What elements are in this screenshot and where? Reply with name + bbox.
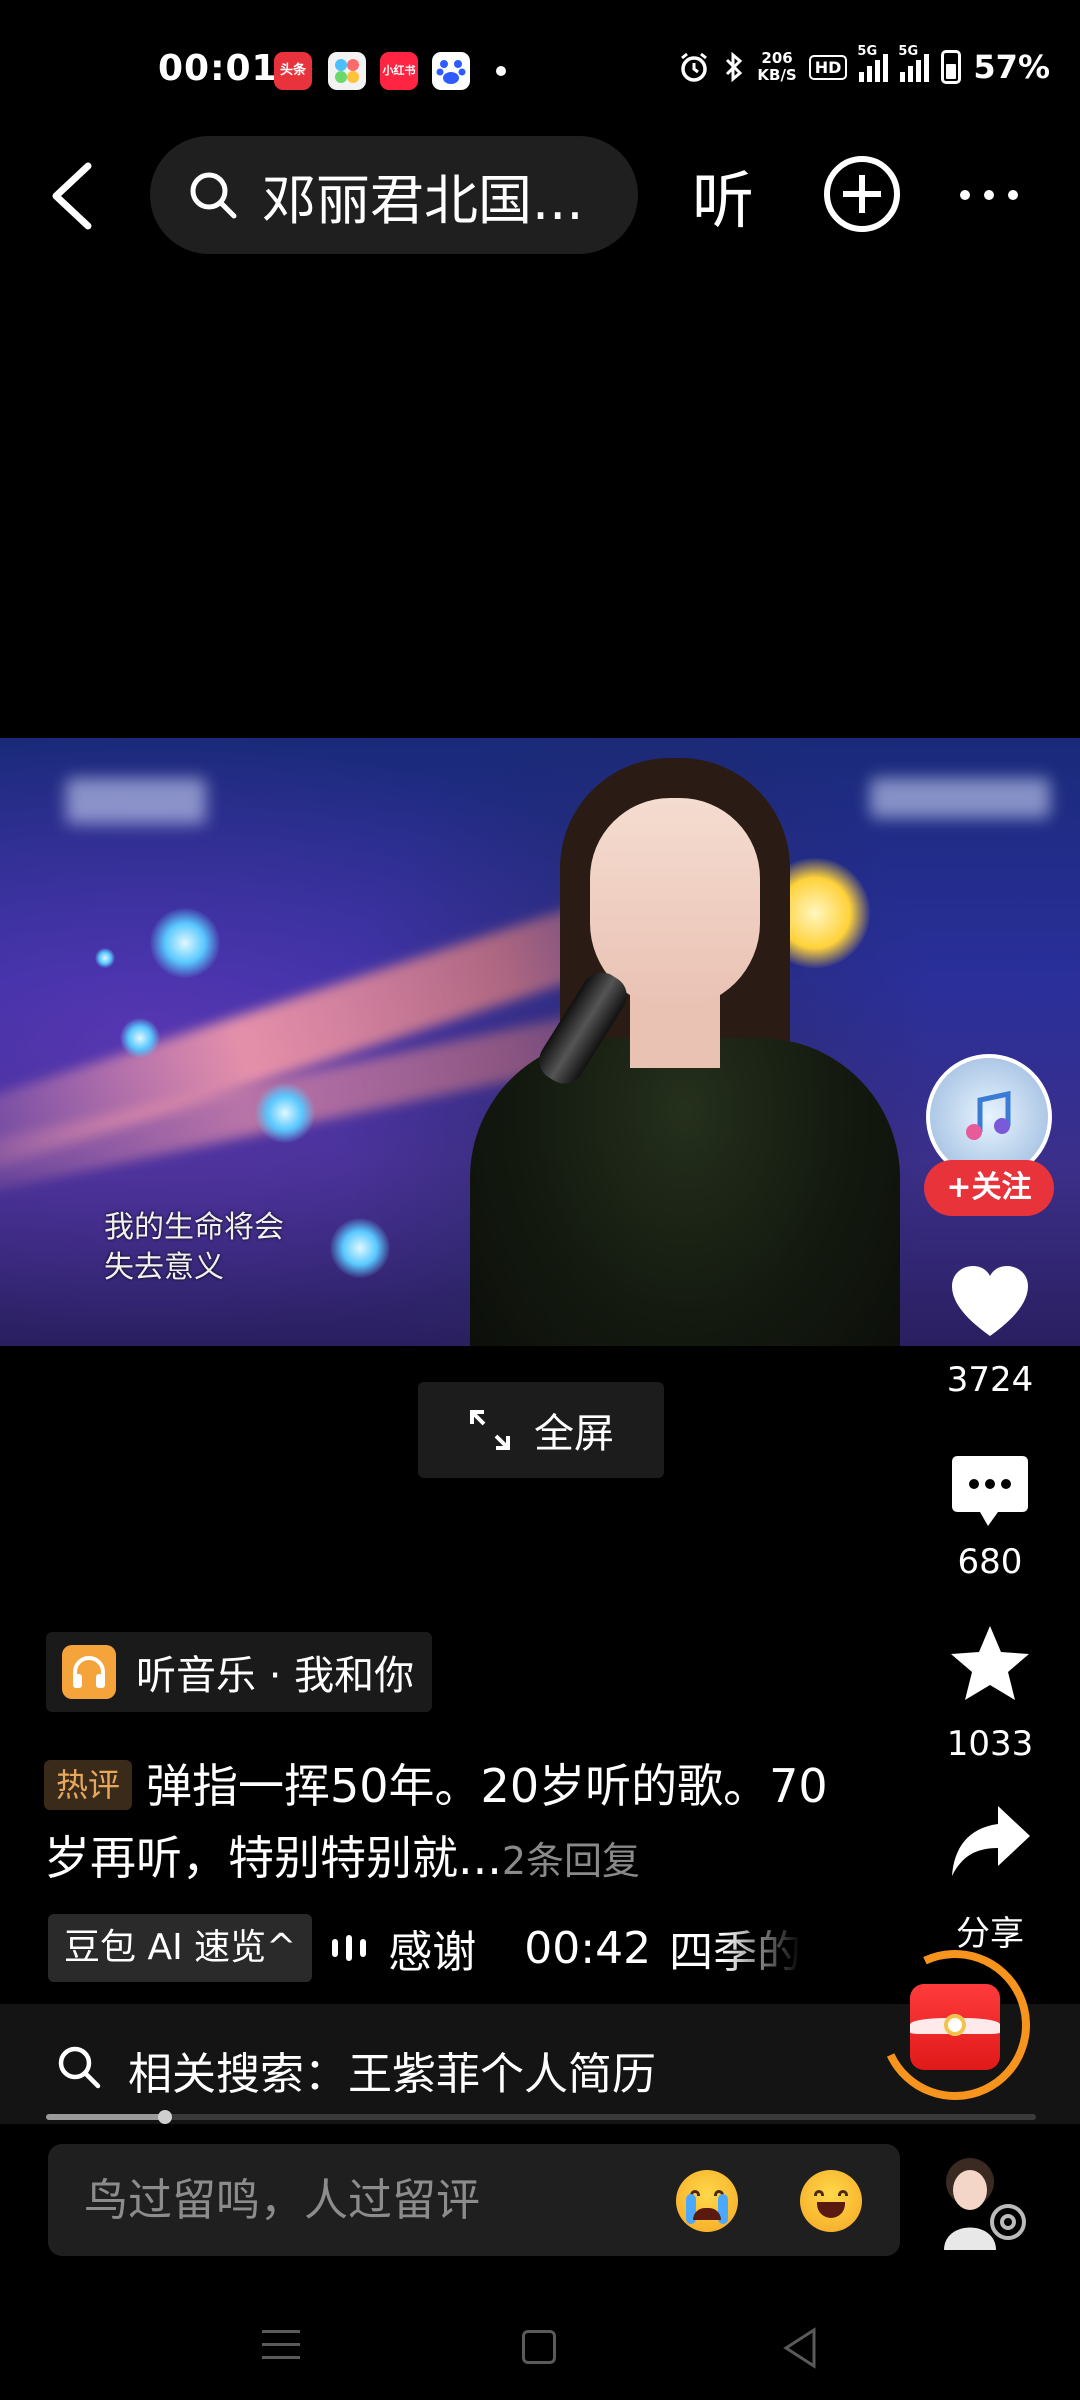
ai-summary-text-2: 四季的 bbox=[669, 1927, 802, 1978]
hot-comment[interactable]: 热评 弹指一挥50年。20岁听的歌。70岁再听，特别特别就...2条回复 bbox=[44, 1750, 844, 1897]
system-navigation-bar bbox=[0, 2290, 1080, 2400]
search-icon bbox=[58, 2046, 101, 2089]
xiaohongshu-icon: 小红书 bbox=[380, 52, 418, 90]
status-bar: 00:01 头条 小红书 206 KB/S HD 5G 5G 57% bbox=[0, 0, 1080, 140]
notification-dot bbox=[496, 66, 506, 76]
like-icon[interactable] bbox=[948, 1262, 1032, 1346]
favorite-count: 1033 bbox=[946, 1724, 1034, 1764]
photos-icon bbox=[328, 52, 366, 90]
more-options-button[interactable] bbox=[960, 190, 1018, 200]
red-envelope-icon[interactable] bbox=[910, 1984, 1000, 2070]
video-progress-bar[interactable] bbox=[46, 2110, 1036, 2124]
signal-icon: 5G bbox=[857, 44, 889, 82]
ai-summary-timestamp[interactable]: 00:42 bbox=[524, 1923, 651, 1974]
ai-summary-button[interactable]: 豆包 AI 速览^ bbox=[48, 1914, 313, 1982]
singer-face bbox=[590, 798, 760, 1008]
ai-summary-row[interactable]: 豆包 AI 速览^ 感谢 00:42 四季的 bbox=[48, 1914, 838, 1982]
baidu-icon bbox=[432, 52, 470, 90]
follow-button[interactable]: +关注 bbox=[924, 1160, 1054, 1216]
signal-icon-2: 5G bbox=[898, 44, 930, 82]
singer-dress bbox=[470, 1038, 900, 1346]
stage-light bbox=[150, 908, 220, 978]
home-button[interactable] bbox=[522, 2330, 556, 2364]
share-icon[interactable] bbox=[948, 1800, 1032, 1884]
battery-percent: 57% bbox=[973, 48, 1050, 86]
status-time: 00:01 bbox=[158, 48, 278, 89]
user-avatar-mention[interactable] bbox=[930, 2150, 1030, 2250]
hot-comment-tag: 热评 bbox=[44, 1760, 133, 1810]
video-player[interactable]: 我的生命将会 失去意义 bbox=[0, 738, 1080, 1346]
fullscreen-button[interactable]: 全屏 bbox=[418, 1382, 664, 1478]
bluetooth-icon bbox=[726, 51, 743, 83]
comment-input-box[interactable] bbox=[48, 2144, 900, 2256]
back-arrow-icon bbox=[52, 162, 92, 230]
hd-voice-icon: HD bbox=[808, 54, 848, 80]
hot-comment-text: 弹指一挥50年。20岁听的歌。70岁再听，特别特别就... bbox=[44, 1759, 828, 1885]
listen-button[interactable]: 听 bbox=[692, 150, 754, 240]
channel-logo bbox=[66, 778, 206, 824]
status-indicators: 206 KB/S HD 5G 5G 57% bbox=[677, 44, 1050, 86]
music-note-icon bbox=[966, 1090, 1011, 1140]
watermark bbox=[870, 778, 1050, 818]
battery-icon bbox=[941, 50, 962, 84]
add-button[interactable] bbox=[824, 156, 900, 232]
audio-wave-icon bbox=[332, 1935, 367, 1961]
stage-light bbox=[255, 1083, 315, 1143]
comment-input[interactable] bbox=[84, 2144, 664, 2256]
stage-light bbox=[120, 1018, 160, 1058]
crying-emoji-icon[interactable] bbox=[676, 2170, 738, 2232]
music-label: 听音乐 · 我和你 bbox=[136, 1653, 415, 1699]
favorite-star-icon[interactable] bbox=[948, 1622, 1032, 1706]
stage-light bbox=[330, 1218, 390, 1278]
like-count: 3724 bbox=[946, 1360, 1034, 1400]
net-speed: 206 KB/S bbox=[757, 49, 797, 84]
fullscreen-label: 全屏 bbox=[534, 1411, 614, 1457]
comment-icon[interactable] bbox=[948, 1450, 1032, 1534]
laughing-emoji-icon[interactable] bbox=[800, 2170, 862, 2232]
search-query: 邓丽君北国... bbox=[262, 168, 584, 232]
music-tag[interactable]: 听音乐 · 我和你 bbox=[46, 1632, 433, 1712]
share-label: 分享 bbox=[956, 1914, 1024, 1954]
headphones-icon bbox=[62, 1645, 116, 1699]
alarm-icon bbox=[681, 52, 708, 82]
back-button[interactable] bbox=[44, 160, 104, 232]
comment-count: 680 bbox=[957, 1542, 1023, 1582]
progress-handle[interactable] bbox=[157, 2110, 172, 2124]
recent-apps-button[interactable] bbox=[262, 2330, 300, 2369]
expand-icon bbox=[470, 1410, 510, 1450]
replies-link[interactable]: 2条回复 bbox=[502, 1839, 640, 1883]
system-back-button[interactable] bbox=[780, 2326, 820, 2370]
search-icon bbox=[190, 172, 237, 219]
video-subtitle: 我的生命将会 失去意义 bbox=[104, 1210, 284, 1285]
search-box[interactable]: 邓丽君北国... bbox=[150, 136, 638, 254]
toutiao-icon: 头条 bbox=[274, 52, 312, 90]
progress-fill bbox=[46, 2114, 165, 2120]
related-search-text: 相关搜索：王紫菲个人简历 bbox=[128, 2049, 656, 2100]
stage-light bbox=[95, 948, 115, 968]
ai-summary-text: 感谢 bbox=[388, 1927, 477, 1978]
